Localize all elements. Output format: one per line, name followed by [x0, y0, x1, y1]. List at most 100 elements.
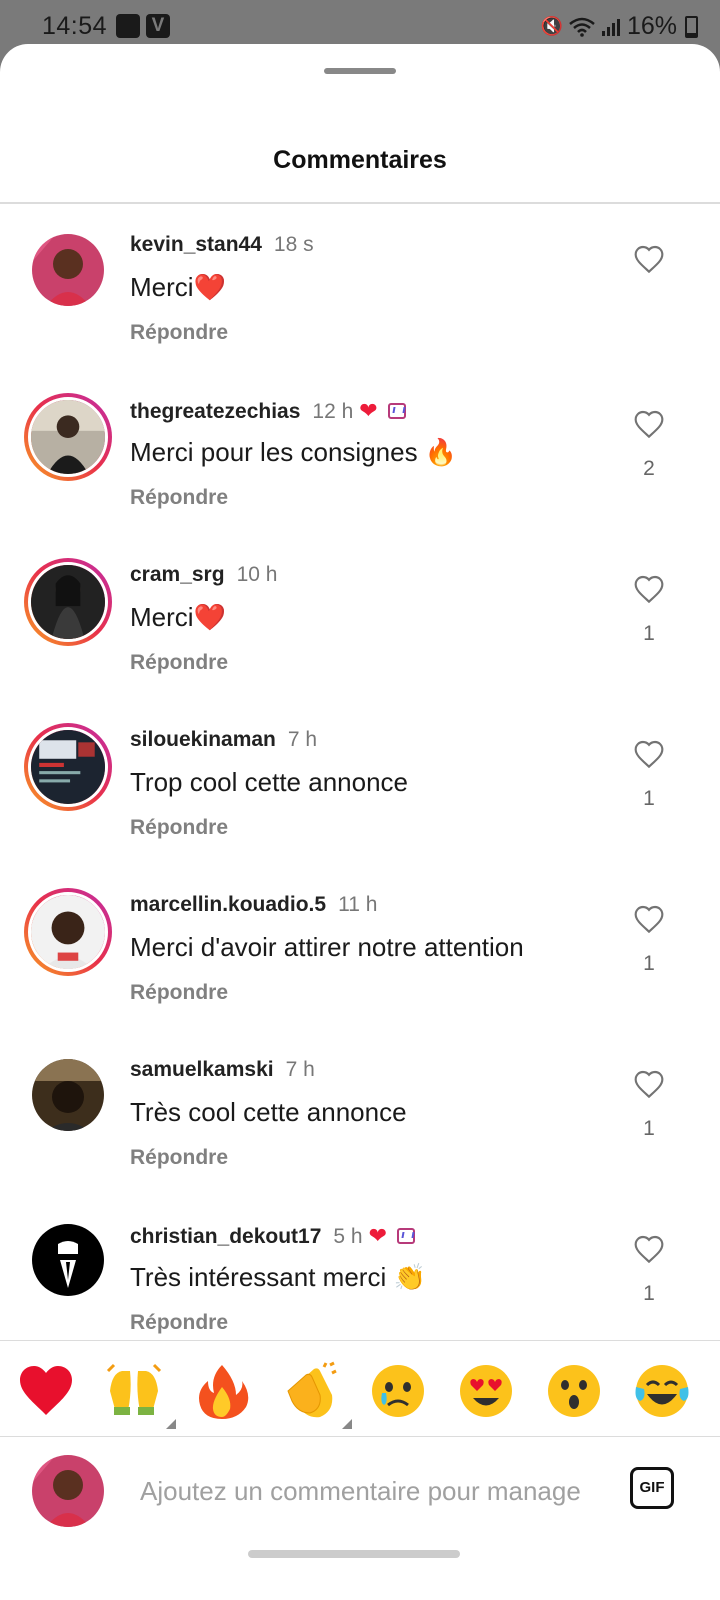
username[interactable]: samuelkamski — [130, 1058, 274, 1081]
comment-item[interactable]: samuelkamski 7 h Très cool cette annonce … — [0, 1029, 720, 1194]
home-indicator[interactable] — [248, 1550, 460, 1558]
comment-emoji: ❤️ — [193, 603, 226, 633]
username[interactable]: cram_srg — [130, 563, 225, 586]
avatar[interactable] — [24, 393, 112, 481]
comment-author[interactable]: thegreatezechias 12 h ❤ — [130, 398, 406, 424]
creator-avatar-icon — [397, 1228, 416, 1244]
comment-composer: GIF — [0, 1437, 720, 1547]
comment-author[interactable]: cram_srg 10 h — [130, 563, 277, 587]
comments-sheet: Commentaires kevin_stan44 18 s Merci❤️ Ré… — [0, 44, 720, 1600]
heart-like-icon[interactable] — [633, 244, 665, 274]
emoji-quick-bar — [0, 1341, 720, 1436]
comment-time: 11 h — [338, 893, 378, 916]
like-count[interactable]: 1 — [626, 787, 672, 811]
comment-input[interactable] — [140, 1467, 600, 1515]
comment-author[interactable]: samuelkamski 7 h — [130, 1058, 315, 1082]
comment-author[interactable]: kevin_stan44 18 s — [130, 233, 314, 257]
red-heart-emoji-icon[interactable] — [16, 1361, 76, 1421]
username[interactable]: marcellin.kouadio.5 — [130, 893, 326, 916]
comment-emoji: 👏 — [393, 1263, 426, 1293]
reply-button[interactable]: Répondre — [130, 981, 228, 1005]
reply-button[interactable]: Répondre — [130, 486, 228, 510]
creator-liked-heart-icon: ❤ — [368, 1223, 388, 1248]
comment-emoji: 🔥 — [424, 438, 458, 468]
comment-body: Très intéressant merci — [130, 1262, 394, 1292]
reply-button[interactable]: Répondre — [130, 651, 228, 675]
status-indicators: 🔇 16% — [541, 12, 698, 41]
sheet-drag-handle[interactable] — [324, 68, 396, 74]
variants-indicator-icon — [166, 1419, 176, 1429]
comment-item[interactable]: thegreatezechias 12 h ❤ Merci pour les con… — [0, 369, 720, 534]
comment-body: Merci d'avoir attirer notre attention — [130, 932, 524, 962]
comment-item[interactable]: marcellin.kouadio.5 11 h Merci d'avoir at… — [0, 864, 720, 1029]
avatar[interactable] — [32, 234, 104, 306]
gallery-notification-icon — [116, 14, 140, 38]
comment-item[interactable]: cram_srg 10 h Merci❤️ Répondre 1 — [0, 534, 720, 699]
creator-avatar-icon — [387, 403, 406, 419]
username[interactable]: silouekinaman — [130, 728, 276, 751]
wifi-icon — [569, 17, 595, 37]
comment-time: 18 s — [273, 233, 314, 256]
comment-time: 7 h — [285, 1058, 315, 1081]
comment-text: Merci❤️ — [130, 272, 226, 303]
heart-like-icon[interactable] — [633, 1234, 665, 1264]
comment-time: 12 h — [312, 400, 354, 423]
fire-emoji-icon[interactable] — [192, 1361, 252, 1421]
comment-time: 7 h — [287, 728, 318, 751]
comment-author[interactable]: silouekinaman 7 h — [130, 728, 317, 752]
reply-button[interactable]: Répondre — [130, 1146, 228, 1170]
comment-text: Merci d'avoir attirer notre attention — [130, 932, 524, 963]
comment-item[interactable]: kevin_stan44 18 s Merci❤️ Répondre — [0, 204, 720, 369]
reply-button[interactable]: Répondre — [130, 816, 228, 840]
comment-author[interactable]: marcellin.kouadio.5 11 h — [130, 893, 377, 917]
comment-body: Merci pour les consignes — [130, 437, 425, 467]
avatar — [32, 1455, 104, 1527]
clapping-hands-emoji-icon[interactable] — [280, 1361, 352, 1429]
avatar[interactable] — [24, 723, 112, 811]
avatar[interactable] — [32, 1224, 104, 1296]
like-count[interactable]: 2 — [626, 457, 672, 481]
surprised-face-emoji-icon[interactable] — [544, 1361, 604, 1421]
avatar[interactable] — [24, 888, 112, 976]
username[interactable]: kevin_stan44 — [130, 233, 262, 256]
creator-liked-heart-icon: ❤ — [359, 398, 378, 423]
comment-text: Trop cool cette annonce — [130, 767, 408, 798]
like-count[interactable]: 1 — [626, 622, 672, 646]
like-count[interactable]: 1 — [626, 1117, 672, 1141]
mute-icon: 🔇 — [540, 16, 563, 36]
comment-body: Trop cool cette annonce — [130, 767, 408, 797]
comment-list[interactable]: kevin_stan44 18 s Merci❤️ Répondre thegre… — [0, 204, 720, 1340]
username[interactable]: christian_dekout17 — [130, 1225, 321, 1248]
tears-of-joy-face-emoji-icon[interactable] — [632, 1361, 692, 1421]
reply-button[interactable]: Répondre — [130, 1311, 228, 1335]
comment-item[interactable]: silouekinaman 7 h Trop cool cette annonce… — [0, 699, 720, 864]
comment-text: Merci❤️ — [130, 602, 226, 633]
comment-author[interactable]: christian_dekout17 5 h ❤ — [130, 1223, 416, 1249]
reply-button[interactable]: Répondre — [130, 321, 228, 345]
crying-face-emoji-icon[interactable] — [368, 1361, 428, 1421]
like-count[interactable]: 1 — [626, 1282, 672, 1306]
gif-button[interactable]: GIF — [630, 1467, 674, 1509]
heart-like-icon[interactable] — [633, 574, 665, 604]
raising-hands-emoji-icon[interactable] — [104, 1361, 176, 1429]
heart-like-icon[interactable] — [633, 1069, 665, 1099]
username[interactable]: thegreatezechias — [130, 400, 300, 423]
signal-icon — [601, 18, 620, 36]
variants-indicator-icon — [342, 1419, 352, 1429]
heart-like-icon[interactable] — [633, 904, 665, 934]
comment-text: Très cool cette annonce — [130, 1097, 407, 1128]
app-notification-icon: V — [146, 14, 170, 38]
comment-text: Très intéressant merci 👏 — [130, 1262, 426, 1293]
avatar[interactable] — [32, 1059, 104, 1131]
avatar[interactable] — [24, 558, 112, 646]
battery-level: 16% — [626, 12, 677, 40]
heart-like-icon[interactable] — [633, 409, 665, 439]
heart-eyes-face-emoji-icon[interactable] — [456, 1361, 516, 1421]
comment-body: Merci — [130, 272, 194, 302]
comment-emoji: ❤️ — [193, 273, 226, 303]
battery-icon — [685, 15, 698, 38]
heart-like-icon[interactable] — [633, 739, 665, 769]
comment-item[interactable]: christian_dekout17 5 h ❤ Très intéressant … — [0, 1194, 720, 1340]
like-count[interactable]: 1 — [626, 952, 672, 976]
status-time: 14:54 — [42, 12, 108, 40]
